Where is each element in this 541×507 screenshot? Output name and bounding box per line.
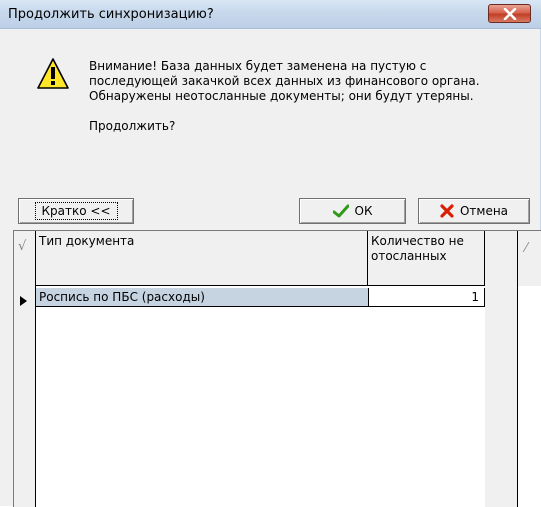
short-toggle-label: Кратко <<: [34, 202, 118, 220]
checkmark-icon: [332, 204, 349, 218]
short-toggle-button[interactable]: Кратко <<: [18, 198, 134, 224]
grid-empty-area: [36, 308, 485, 507]
grid-corner: ⁄: [518, 231, 541, 286]
ok-button[interactable]: ОК: [299, 198, 406, 224]
title-bar[interactable]: Продолжить синхронизацию?: [0, 0, 541, 29]
red-x-icon: [440, 204, 454, 218]
documents-grid[interactable]: √ Тип документа Количество не отосланных…: [13, 230, 541, 507]
message-line-2: последующей закачкой всех данных из фина…: [89, 74, 480, 88]
close-button[interactable]: [488, 4, 531, 23]
message-line-3: Обнаружены неотосланные документы; они б…: [89, 89, 474, 103]
sync-dialog: Продолжить синхронизацию? Внимание! База…: [0, 0, 541, 507]
column-header-type[interactable]: Тип документа: [36, 231, 368, 286]
ok-label: ОК: [354, 204, 373, 218]
cancel-button[interactable]: Отмена: [418, 198, 530, 224]
warning-message: Внимание! База данных будет заменена на …: [89, 59, 539, 134]
select-all-check-icon[interactable]: √: [18, 239, 26, 254]
corner-resize-icon: ⁄: [525, 241, 528, 256]
column-header-count[interactable]: Количество не отосланных: [368, 231, 485, 286]
window-title: Продолжить синхронизацию?: [8, 7, 214, 22]
warning-icon: [37, 58, 69, 89]
row-indicator-column: √: [14, 231, 36, 507]
grid-filler-column: [485, 231, 518, 507]
message-question: Продолжить?: [89, 119, 176, 133]
column-divider: [367, 307, 368, 507]
row-pointer-icon: [20, 296, 27, 306]
message-line-1: Внимание! База данных будет заменена на …: [89, 59, 427, 73]
close-icon: [503, 7, 516, 20]
table-cell-count[interactable]: 1: [368, 288, 485, 307]
table-cell-type[interactable]: Роспись по ПБС (расходы): [36, 288, 368, 307]
cancel-label: Отмена: [459, 204, 509, 218]
